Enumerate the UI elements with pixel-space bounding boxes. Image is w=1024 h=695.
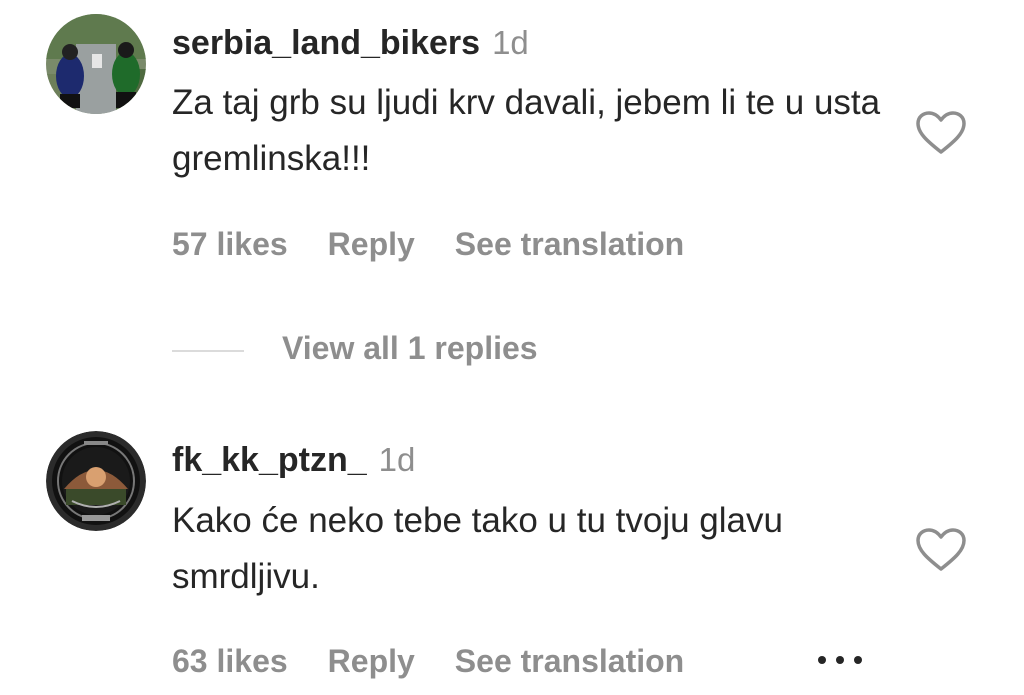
comment-text: Kako će neko tebe tako u tu tvoju glavu … (172, 501, 783, 596)
comment-meta: 57 likes Reply See translation (172, 228, 684, 260)
reply-button[interactable]: Reply (328, 228, 415, 260)
comment-meta: 63 likes Reply See translation (172, 645, 684, 677)
comment-header: fk_kk_ptzn_ 1d (172, 443, 415, 477)
likes-count[interactable]: 63 likes (172, 645, 288, 677)
comment-item: serbia_land_bikers 1d Za taj grb su ljudi… (0, 0, 1024, 290)
comment-item: fk_kk_ptzn_ 1d Kako će neko tebe tako u t… (0, 415, 1024, 695)
reply-button[interactable]: Reply (328, 645, 415, 677)
avatar[interactable] (46, 431, 146, 531)
heart-outline-icon[interactable] (915, 527, 967, 573)
motorcycle-riders-photo (46, 14, 146, 114)
avatar[interactable] (46, 14, 146, 114)
heart-outline-icon[interactable] (915, 110, 967, 156)
view-replies-button[interactable]: View all 1 replies (282, 332, 538, 364)
see-translation-button[interactable]: See translation (455, 645, 684, 677)
divider-line (172, 350, 244, 352)
club-crest-logo (46, 431, 146, 531)
likes-count[interactable]: 57 likes (172, 228, 288, 260)
see-translation-button[interactable]: See translation (455, 228, 684, 260)
comments-panel: serbia_land_bikers 1d Za taj grb su ljudi… (0, 0, 1024, 695)
ellipsis-icon[interactable] (815, 652, 865, 668)
comment-header: serbia_land_bikers 1d (172, 26, 529, 60)
comment-text: Za taj grb su ljudi krv davali, jebem li… (172, 83, 881, 178)
timestamp[interactable]: 1d (379, 441, 416, 478)
username[interactable]: fk_kk_ptzn_ (172, 441, 367, 479)
timestamp[interactable]: 1d (492, 24, 529, 61)
username[interactable]: serbia_land_bikers (172, 24, 480, 62)
